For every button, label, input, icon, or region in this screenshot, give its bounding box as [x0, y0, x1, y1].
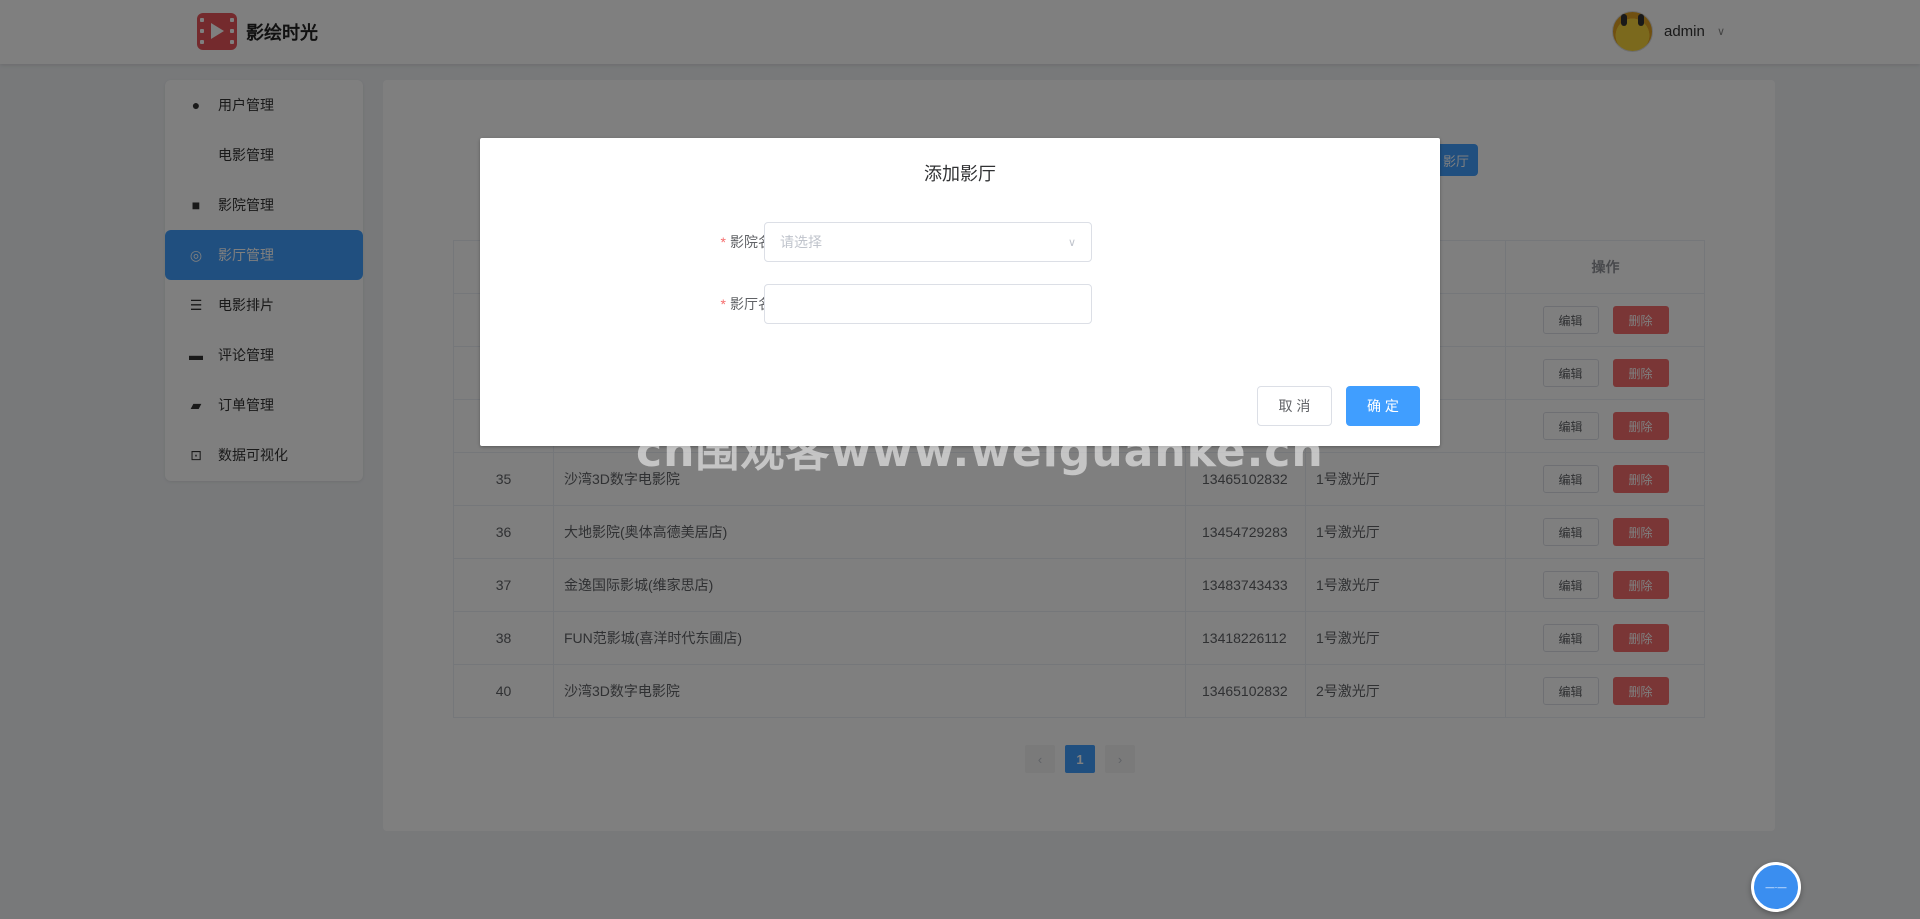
watermark-text: cn围观客www.weiguanke.cn	[636, 426, 1324, 477]
add-hall-dialog: 添加影厅 *影院名 ∨ *影厅名 取 消 确 定	[480, 138, 1440, 446]
required-mark: *	[720, 234, 726, 250]
hall-name-input[interactable]	[764, 284, 1092, 324]
cinema-name-label: * 影院名	[720, 234, 772, 250]
cinema-select[interactable]	[764, 222, 1092, 262]
dialog-title: 添加影厅	[924, 164, 996, 184]
chevron-down-icon[interactable]: ∨	[1068, 236, 1076, 249]
required-mark: *	[720, 296, 726, 312]
confirm-button[interactable]: 确 定	[1346, 386, 1420, 426]
floating-assistant-button[interactable]: —·—	[1751, 862, 1801, 912]
hall-name-label: * 影厅名	[720, 296, 772, 312]
